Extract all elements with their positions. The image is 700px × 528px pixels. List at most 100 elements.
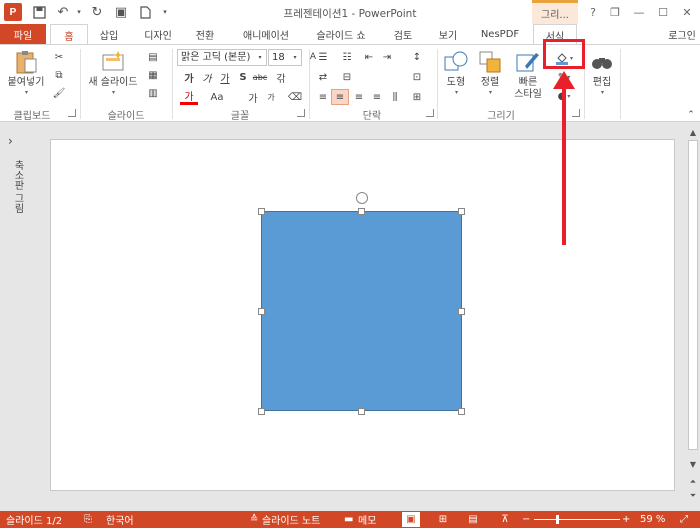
- clear-formatting-icon[interactable]: ⌫: [286, 89, 304, 105]
- rectangle-shape[interactable]: [261, 211, 462, 411]
- previous-slide-icon[interactable]: ⏶: [686, 476, 700, 488]
- decrease-indent-icon[interactable]: ⇤: [360, 49, 378, 65]
- font-color-button[interactable]: 가: [180, 89, 198, 105]
- slide-canvas[interactable]: [50, 139, 675, 491]
- help-icon[interactable]: ?: [582, 3, 604, 21]
- new-slide-button[interactable]: 새 슬라이드 ▾: [84, 49, 142, 96]
- italic-button[interactable]: 가: [198, 69, 216, 85]
- tab-animations[interactable]: 애니메이션: [230, 24, 302, 44]
- tab-home[interactable]: 홈: [50, 24, 88, 45]
- language-indicator[interactable]: 한국어: [106, 513, 134, 527]
- font-launcher-icon[interactable]: [297, 109, 305, 117]
- tab-review[interactable]: 검토: [382, 24, 424, 44]
- resize-handle-nw[interactable]: [258, 208, 265, 215]
- shapes-button[interactable]: 도형 ▾: [440, 49, 472, 96]
- increase-indent-icon[interactable]: ⇥: [378, 49, 396, 65]
- zoom-in-icon[interactable]: +: [622, 513, 630, 526]
- new-document-icon[interactable]: [136, 3, 154, 21]
- resize-handle-s[interactable]: [358, 408, 365, 415]
- expand-pane-icon[interactable]: ›: [8, 134, 13, 148]
- justify-icon[interactable]: ≡: [368, 89, 386, 105]
- spelling-icon[interactable]: ⎘: [84, 513, 92, 526]
- reading-view-icon[interactable]: ▤: [464, 512, 482, 527]
- normal-view-icon[interactable]: ▣: [402, 512, 420, 527]
- scroll-down-icon[interactable]: ▼: [686, 458, 700, 470]
- save-icon[interactable]: [30, 3, 48, 21]
- drawing-launcher-icon[interactable]: [572, 109, 580, 117]
- comments-button[interactable]: 메모: [358, 513, 376, 527]
- format-painter-icon[interactable]: 🖌: [50, 85, 68, 101]
- text-direction-icon[interactable]: ⇄: [314, 69, 332, 85]
- smartart-icon[interactable]: ⊞: [408, 89, 426, 105]
- numbering-icon[interactable]: ☷: [338, 49, 356, 65]
- resize-handle-ne[interactable]: [458, 208, 465, 215]
- tab-view[interactable]: 보기: [428, 24, 468, 44]
- undo-dropdown-icon[interactable]: ▾: [70, 3, 88, 21]
- underline-button[interactable]: 가: [216, 69, 234, 85]
- change-case-button[interactable]: Aa: [205, 89, 229, 105]
- font-size-combo[interactable]: 18 ▾: [268, 49, 302, 66]
- signin-link[interactable]: 로그인: [664, 24, 700, 44]
- collapse-ribbon-icon[interactable]: ⌃: [682, 107, 700, 123]
- align-right-icon[interactable]: ≡: [350, 89, 368, 105]
- quick-styles-button[interactable]: 빠른 스타일: [508, 49, 548, 101]
- align-text-icon[interactable]: ⊟: [338, 69, 356, 85]
- bullets-icon[interactable]: ☰: [314, 49, 332, 65]
- thumbnails-label[interactable]: 축소판 그림: [5, 160, 25, 213]
- fit-to-window-icon[interactable]: ⤢: [680, 513, 688, 526]
- copy-icon[interactable]: ⧉: [50, 67, 68, 83]
- character-spacing-button[interactable]: 갂: [272, 69, 290, 85]
- next-slide-icon[interactable]: ⏷: [686, 490, 700, 502]
- tab-nespdf[interactable]: NesPDF: [472, 24, 528, 44]
- grow-font-button[interactable]: 가: [244, 89, 262, 105]
- arrange-button[interactable]: 정렬 ▾: [474, 49, 506, 96]
- columns-icon[interactable]: ⫼: [386, 89, 404, 105]
- zoom-out-icon[interactable]: −: [522, 513, 530, 526]
- tab-file[interactable]: 파일: [0, 24, 46, 44]
- shrink-font-button[interactable]: 가: [262, 89, 280, 105]
- tab-transitions[interactable]: 전환: [185, 24, 225, 44]
- clipboard-launcher-icon[interactable]: [68, 109, 76, 117]
- tab-slideshow[interactable]: 슬라이드 쇼: [306, 24, 376, 44]
- resize-handle-n[interactable]: [358, 208, 365, 215]
- resize-handle-se[interactable]: [458, 408, 465, 415]
- scrollbar-thumb[interactable]: [688, 140, 698, 450]
- cut-icon[interactable]: ✂: [50, 49, 68, 65]
- section-icon[interactable]: ▥: [144, 85, 162, 101]
- vertical-scrollbar[interactable]: ▲ ▼ ⏶ ⏷: [686, 124, 700, 511]
- comments-icon[interactable]: ▬: [344, 513, 353, 526]
- resize-handle-w[interactable]: [258, 308, 265, 315]
- editing-button[interactable]: 편집 ▾: [588, 49, 616, 96]
- customize-qat-icon[interactable]: ▾: [156, 3, 174, 21]
- tab-design[interactable]: 디자인: [133, 24, 183, 44]
- start-slideshow-icon[interactable]: ▣: [112, 3, 130, 21]
- minimize-button[interactable]: —: [628, 3, 650, 21]
- maximize-button[interactable]: ☐: [652, 3, 674, 21]
- paste-button[interactable]: 붙여넣기 ▾: [4, 49, 48, 96]
- close-button[interactable]: ✕: [676, 3, 698, 21]
- text-box-icon[interactable]: ⊡: [408, 69, 426, 85]
- tab-insert[interactable]: 삽입: [90, 24, 128, 44]
- zoom-slider-track[interactable]: [534, 519, 620, 520]
- slide-sorter-icon[interactable]: ⊞: [434, 512, 452, 527]
- notes-icon[interactable]: ≙: [250, 513, 258, 526]
- slideshow-view-icon[interactable]: ⊼: [496, 512, 514, 527]
- scroll-up-icon[interactable]: ▲: [686, 126, 700, 138]
- bold-button[interactable]: 가: [180, 69, 198, 85]
- zoom-slider-thumb[interactable]: [556, 515, 559, 524]
- slide-layout-icon[interactable]: ▤: [144, 49, 162, 65]
- resize-handle-e[interactable]: [458, 308, 465, 315]
- align-left-icon[interactable]: ≡: [314, 89, 332, 105]
- reset-slide-icon[interactable]: ▦: [144, 67, 162, 83]
- notes-button[interactable]: 슬라이드 노트: [262, 513, 320, 527]
- strikethrough-button[interactable]: abc: [250, 69, 270, 85]
- font-name-combo[interactable]: 맑은 고딕 (본문) ▾: [177, 49, 267, 66]
- line-spacing-icon[interactable]: ↕: [408, 49, 426, 65]
- paragraph-launcher-icon[interactable]: [426, 109, 434, 117]
- redo-icon[interactable]: ↻: [88, 3, 106, 21]
- ribbon-display-icon[interactable]: ❐: [604, 3, 626, 21]
- align-center-icon[interactable]: ≡: [331, 89, 349, 105]
- zoom-level[interactable]: 59 %: [640, 513, 665, 526]
- resize-handle-sw[interactable]: [258, 408, 265, 415]
- rotate-handle[interactable]: [356, 192, 368, 204]
